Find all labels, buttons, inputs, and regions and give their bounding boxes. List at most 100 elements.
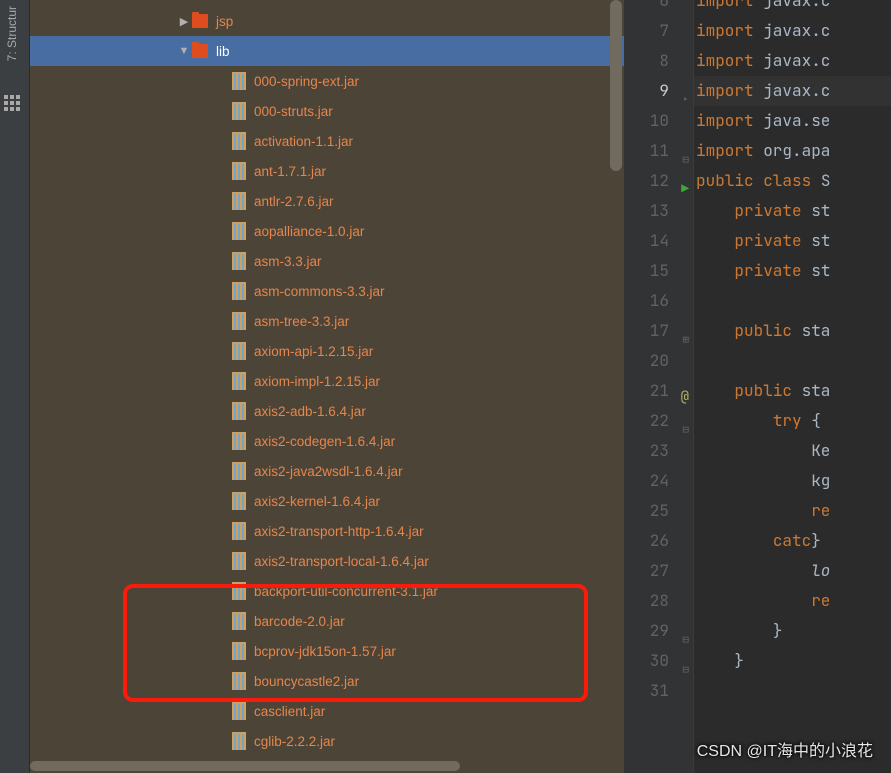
code-line[interactable]: catc}: [696, 526, 891, 556]
gutter-line[interactable]: 31: [624, 676, 693, 706]
gutter-line[interactable]: 11⊟: [624, 136, 693, 166]
file-row[interactable]: ant-1.7.1.jar: [30, 156, 624, 186]
code-line[interactable]: kg: [696, 466, 891, 496]
code-line[interactable]: Ke: [696, 436, 891, 466]
code-line[interactable]: import java.se: [696, 106, 891, 136]
jar-icon: [232, 642, 246, 660]
code-line[interactable]: import org.apa: [696, 136, 891, 166]
gutter-line[interactable]: 13: [624, 196, 693, 226]
gutter-line[interactable]: 16: [624, 286, 693, 316]
file-row[interactable]: 000-struts.jar: [30, 96, 624, 126]
file-label: barcode-2.0.jar: [254, 614, 345, 629]
code-line[interactable]: import javax.c: [696, 0, 891, 16]
code-line[interactable]: public sta: [696, 316, 891, 346]
horizontal-scrollbar[interactable]: [30, 761, 460, 771]
file-row[interactable]: axiom-impl-1.2.15.jar: [30, 366, 624, 396]
jar-icon: [232, 132, 246, 150]
code-line[interactable]: public sta: [696, 376, 891, 406]
code-line[interactable]: import javax.c: [696, 46, 891, 76]
code-line[interactable]: import javax.c: [696, 16, 891, 46]
file-row[interactable]: axis2-kernel-1.6.4.jar: [30, 486, 624, 516]
folder-label: lib: [216, 44, 230, 59]
left-toolwindow-bar[interactable]: 7: Structur: [0, 0, 30, 773]
file-row[interactable]: bouncycastle2.jar: [30, 666, 624, 696]
gutter-line[interactable]: 6: [624, 0, 693, 16]
gutter-line[interactable]: 7: [624, 16, 693, 46]
file-row[interactable]: asm-tree-3.3.jar: [30, 306, 624, 336]
jar-icon: [232, 402, 246, 420]
code-line[interactable]: [696, 346, 891, 376]
code-line[interactable]: [696, 676, 891, 706]
gutter-line[interactable]: 8: [624, 46, 693, 76]
gutter-line[interactable]: 12▶: [624, 166, 693, 196]
jar-icon: [232, 552, 246, 570]
gutter-line[interactable]: 21@: [624, 376, 693, 406]
code-line[interactable]: private st: [696, 196, 891, 226]
code-line[interactable]: }: [696, 646, 891, 676]
file-row[interactable]: axis2-adb-1.6.4.jar: [30, 396, 624, 426]
file-row[interactable]: 000-spring-ext.jar: [30, 66, 624, 96]
code-editor[interactable]: 6789▸1011⊟12▶1314151617⊞2021@22⊟23242526…: [624, 0, 891, 773]
gutter-line[interactable]: 17⊞: [624, 316, 693, 346]
file-row[interactable]: asm-commons-3.3.jar: [30, 276, 624, 306]
project-tree-pane[interactable]: ▶classes▶jsp▼lib000-spring-ext.jar000-st…: [30, 0, 624, 773]
gutter-line[interactable]: 15: [624, 256, 693, 286]
gutter-line[interactable]: 9▸: [624, 76, 693, 106]
code-line[interactable]: [696, 286, 891, 316]
file-row[interactable]: axis2-transport-http-1.6.4.jar: [30, 516, 624, 546]
editor-gutter[interactable]: 6789▸1011⊟12▶1314151617⊞2021@22⊟23242526…: [624, 0, 694, 773]
jar-icon: [232, 672, 246, 690]
jar-icon: [232, 312, 246, 330]
file-label: axis2-java2wsdl-1.6.4.jar: [254, 464, 403, 479]
code-line[interactable]: }: [696, 616, 891, 646]
gutter-line[interactable]: 29⊟: [624, 616, 693, 646]
file-row[interactable]: backport-util-concurrent-3.1.jar: [30, 576, 624, 606]
gutter-line[interactable]: 27: [624, 556, 693, 586]
file-label: ant-1.7.1.jar: [254, 164, 326, 179]
file-row[interactable]: axis2-transport-local-1.6.4.jar: [30, 546, 624, 576]
file-row[interactable]: axiom-api-1.2.15.jar: [30, 336, 624, 366]
code-line[interactable]: try {: [696, 406, 891, 436]
jar-icon: [232, 252, 246, 270]
vertical-scrollbar[interactable]: [610, 0, 622, 171]
folder-label: jsp: [216, 14, 233, 29]
gutter-line[interactable]: 23: [624, 436, 693, 466]
file-label: 000-spring-ext.jar: [254, 74, 359, 89]
code-line[interactable]: public class S: [696, 166, 891, 196]
file-row[interactable]: asm-3.3.jar: [30, 246, 624, 276]
jar-icon: [232, 102, 246, 120]
gutter-line[interactable]: 30⊟: [624, 646, 693, 676]
folder-row-jsp[interactable]: ▶ jsp: [30, 6, 624, 36]
code-line[interactable]: re: [696, 586, 891, 616]
disclosure-icon[interactable]: ▶: [176, 15, 192, 28]
file-row[interactable]: axis2-java2wsdl-1.6.4.jar: [30, 456, 624, 486]
folder-row-lib[interactable]: ▼ lib: [30, 36, 624, 66]
code-line[interactable]: lo: [696, 556, 891, 586]
file-row[interactable]: aopalliance-1.0.jar: [30, 216, 624, 246]
file-row[interactable]: antlr-2.7.6.jar: [30, 186, 624, 216]
gutter-line[interactable]: 26: [624, 526, 693, 556]
file-label: axiom-api-1.2.15.jar: [254, 344, 373, 359]
gutter-line[interactable]: 20: [624, 346, 693, 376]
gutter-line[interactable]: 25: [624, 496, 693, 526]
file-row[interactable]: activation-1.1.jar: [30, 126, 624, 156]
file-row[interactable]: bcprov-jdk15on-1.57.jar: [30, 636, 624, 666]
dots-icon: [4, 95, 20, 111]
file-row[interactable]: barcode-2.0.jar: [30, 606, 624, 636]
code-line[interactable]: import javax.c: [696, 76, 891, 106]
gutter-line[interactable]: 24: [624, 466, 693, 496]
file-row[interactable]: cglib-2.2.2.jar: [30, 726, 624, 756]
structure-tool-label[interactable]: 7: Structur: [5, 6, 19, 61]
gutter-line[interactable]: 10: [624, 106, 693, 136]
code-line[interactable]: private st: [696, 256, 891, 286]
file-label: axis2-transport-local-1.6.4.jar: [254, 554, 429, 569]
gutter-line[interactable]: 28: [624, 586, 693, 616]
gutter-line[interactable]: 22⊟: [624, 406, 693, 436]
file-row[interactable]: axis2-codegen-1.6.4.jar: [30, 426, 624, 456]
jar-icon: [232, 432, 246, 450]
code-line[interactable]: private st: [696, 226, 891, 256]
disclosure-icon[interactable]: ▼: [176, 45, 192, 57]
code-line[interactable]: re: [696, 496, 891, 526]
gutter-line[interactable]: 14: [624, 226, 693, 256]
file-row[interactable]: casclient.jar: [30, 696, 624, 726]
